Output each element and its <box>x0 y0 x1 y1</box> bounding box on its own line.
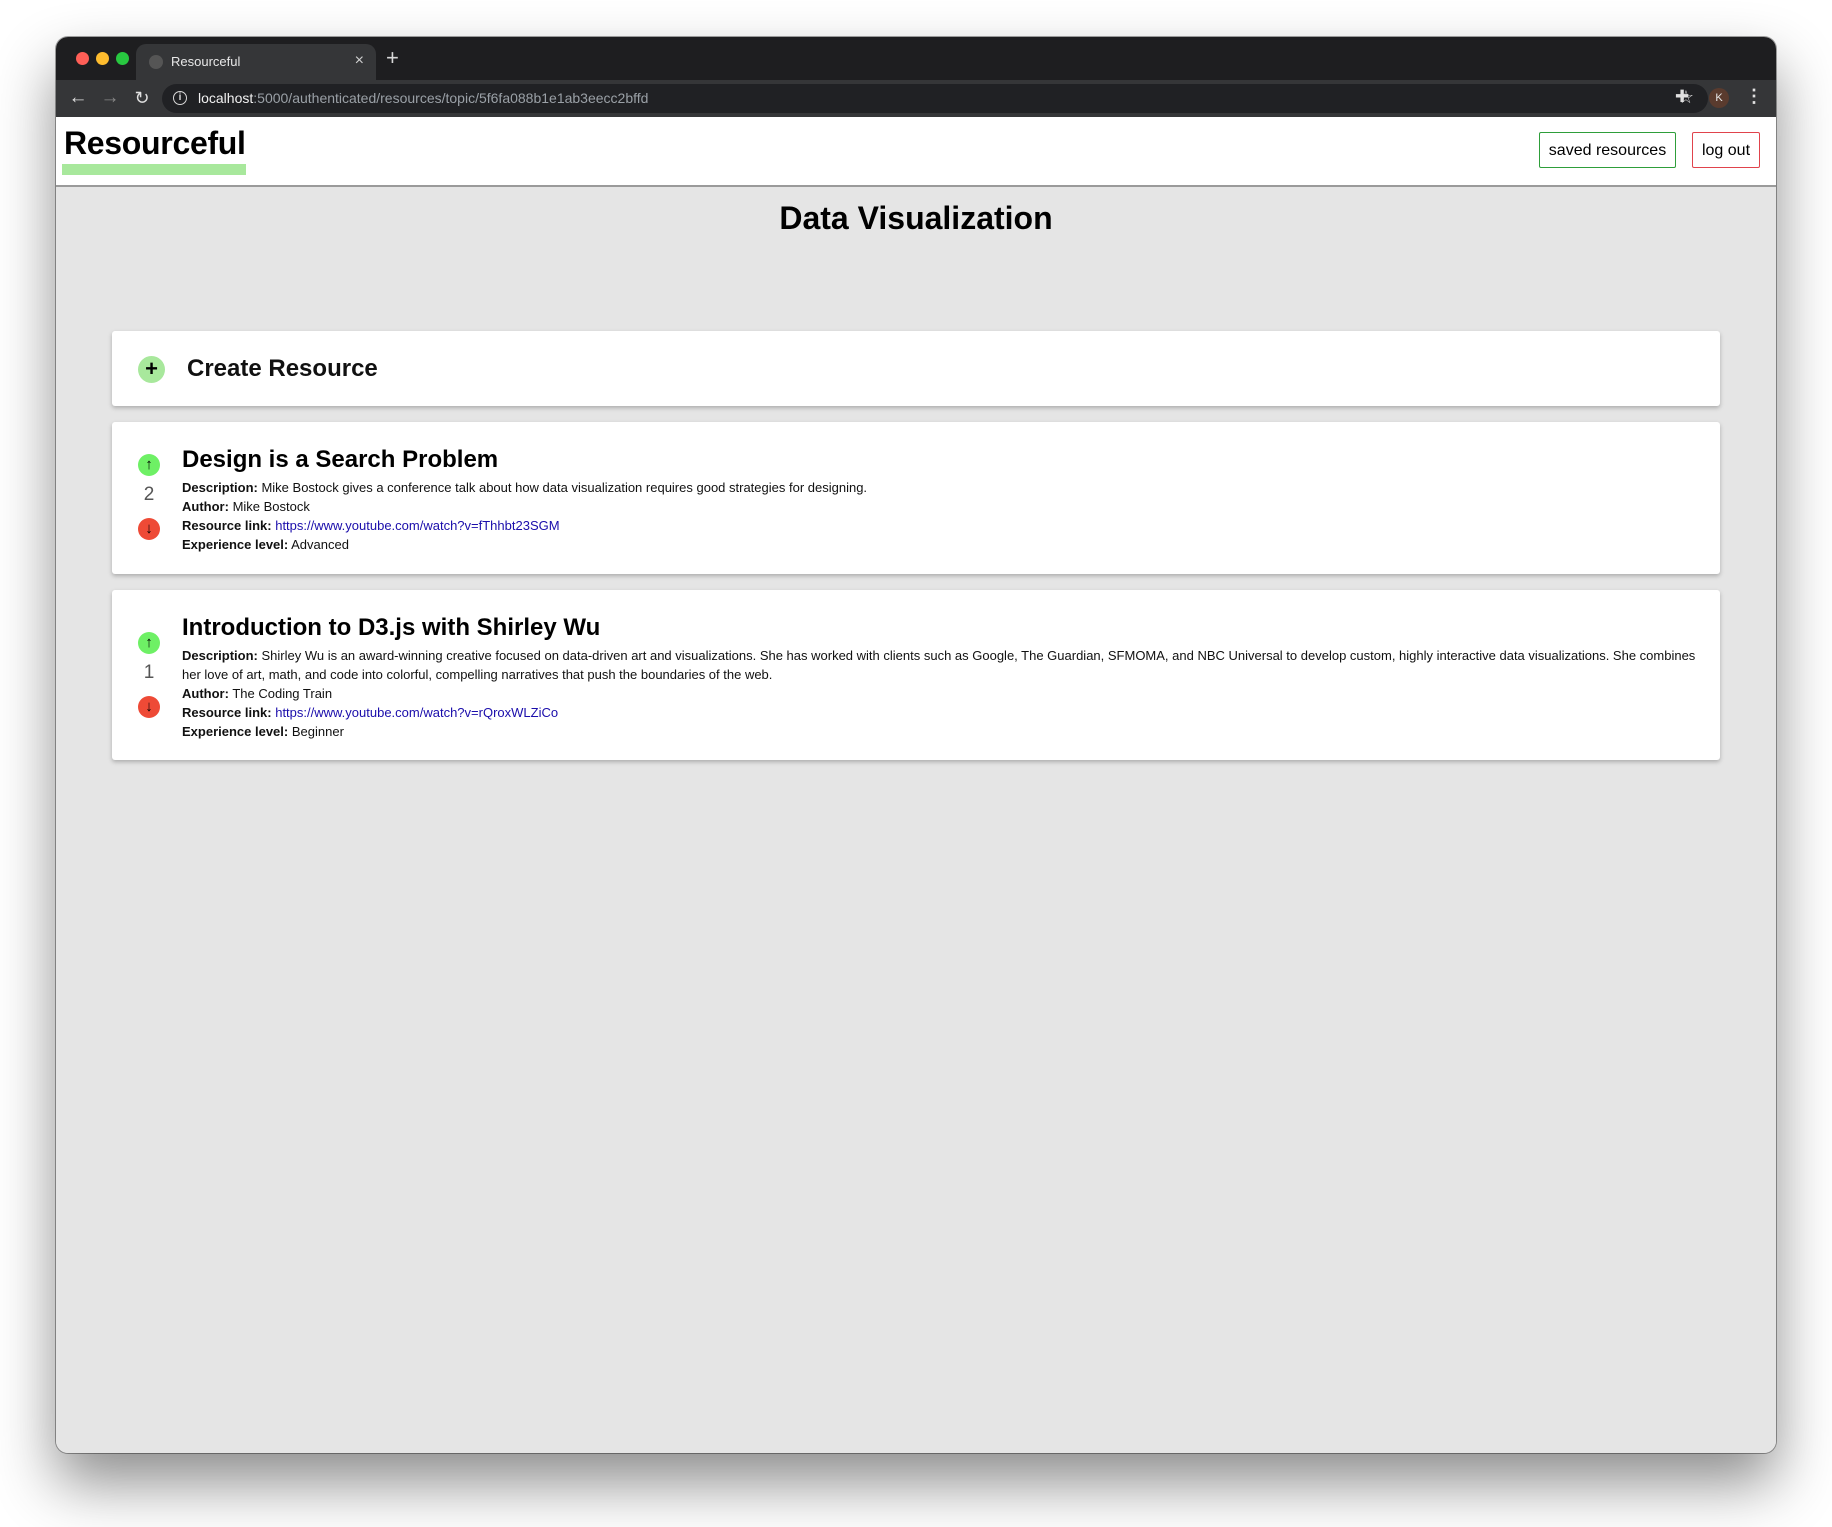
app-header: Resourceful saved resources log out <box>56 117 1776 187</box>
minimize-window-button[interactable] <box>96 52 109 65</box>
resource-description: Description: Shirley Wu is an award-winn… <box>182 646 1702 684</box>
vote-count: 1 <box>143 662 155 683</box>
resource-title: Design is a Search Problem <box>182 446 499 473</box>
create-resource-card[interactable]: + Create Resource <box>112 331 1720 406</box>
browser-toolbar: ← → ↻ i localhost:5000/authenticated/res… <box>56 80 1776 117</box>
forward-arrow-icon[interactable]: → <box>98 86 122 110</box>
create-resource-label[interactable]: Create Resource <box>187 355 378 383</box>
profile-avatar[interactable]: K <box>1709 88 1729 108</box>
level-text: Beginner <box>291 724 344 739</box>
browser-tab[interactable]: Resourceful × <box>136 44 376 80</box>
extensions-puzzle-icon[interactable]: ✚ <box>1675 87 1689 107</box>
page-content: Resourceful saved resources log out Data… <box>56 117 1776 1453</box>
resource-level: Experience level: Advanced <box>182 535 1702 554</box>
reload-icon[interactable]: ↻ <box>130 86 154 110</box>
resource-author: Author: Mike Bostock <box>182 497 1702 516</box>
resource-link[interactable]: https://www.youtube.com/watch?v=fThhbt23… <box>275 518 559 533</box>
tab-strip: Resourceful × + <box>56 37 1776 80</box>
saved-resources-button[interactable]: saved resources <box>1539 132 1676 168</box>
resource-card: ↑ 2 ↓ Design is a Search Problem Descrip… <box>112 422 1720 574</box>
vote-count: 2 <box>143 484 155 505</box>
url-text[interactable]: localhost:5000/authenticated/resources/t… <box>198 90 648 106</box>
resource-details: Introduction to D3.js with Shirley Wu De… <box>182 614 1702 741</box>
author-label: Author: <box>182 686 229 701</box>
resource-link-row: Resource link: https://www.youtube.com/w… <box>182 516 1702 535</box>
description-label: Description: <box>182 648 258 663</box>
brand-underline <box>62 164 246 175</box>
new-tab-icon[interactable]: + <box>386 46 399 70</box>
level-label: Experience level: <box>182 537 289 552</box>
globe-icon <box>149 55 163 69</box>
close-icon[interactable]: × <box>355 51 364 71</box>
resource-link[interactable]: https://www.youtube.com/watch?v=rQroxWLZ… <box>275 705 558 720</box>
kebab-menu-icon[interactable]: ⋮ <box>1745 86 1763 107</box>
link-label: Resource link: <box>182 518 272 533</box>
page-title: Data Visualization <box>779 200 1053 236</box>
downvote-arrow-icon[interactable]: ↓ <box>138 696 160 718</box>
downvote-arrow-icon[interactable]: ↓ <box>138 518 160 540</box>
resource-details: Design is a Search Problem Description: … <box>182 446 1702 554</box>
link-label: Resource link: <box>182 705 272 720</box>
back-arrow-icon[interactable]: ← <box>66 86 90 110</box>
tab-title: Resourceful <box>171 54 241 69</box>
info-icon[interactable]: i <box>173 91 187 105</box>
author-text: The Coding Train <box>232 686 333 701</box>
upvote-arrow-icon[interactable]: ↑ <box>138 632 160 654</box>
level-label: Experience level: <box>182 724 289 739</box>
resource-description: Description: Mike Bostock gives a confer… <box>182 478 1702 497</box>
author-text: Mike Bostock <box>232 499 310 514</box>
description-text: Mike Bostock gives a conference talk abo… <box>261 480 868 495</box>
url-host: localhost <box>198 90 254 106</box>
address-bar[interactable]: i localhost:5000/authenticated/resources… <box>162 84 1708 113</box>
brand-logo[interactable]: Resourceful <box>64 125 246 162</box>
description-label: Description: <box>182 480 258 495</box>
author-label: Author: <box>182 499 229 514</box>
description-text: Shirley Wu is an award-winning creative … <box>182 648 1696 682</box>
resource-title: Introduction to D3.js with Shirley Wu <box>182 614 601 641</box>
resource-card: ↑ 1 ↓ Introduction to D3.js with Shirley… <box>112 590 1720 760</box>
level-text: Advanced <box>291 537 349 552</box>
upvote-arrow-icon[interactable]: ↑ <box>138 454 160 476</box>
maximize-window-button[interactable] <box>116 52 129 65</box>
log-out-button[interactable]: log out <box>1692 132 1760 168</box>
resource-link-row: Resource link: https://www.youtube.com/w… <box>182 703 1702 722</box>
close-window-button[interactable] <box>76 52 89 65</box>
resource-author: Author: The Coding Train <box>182 684 1702 703</box>
url-path: :5000/authenticated/resources/topic/5f6f… <box>253 90 649 106</box>
browser-window: Resourceful × + ← → ↻ i localhost:5000/a… <box>56 37 1776 1453</box>
resource-level: Experience level: Beginner <box>182 722 1702 741</box>
plus-icon[interactable]: + <box>138 356 165 383</box>
